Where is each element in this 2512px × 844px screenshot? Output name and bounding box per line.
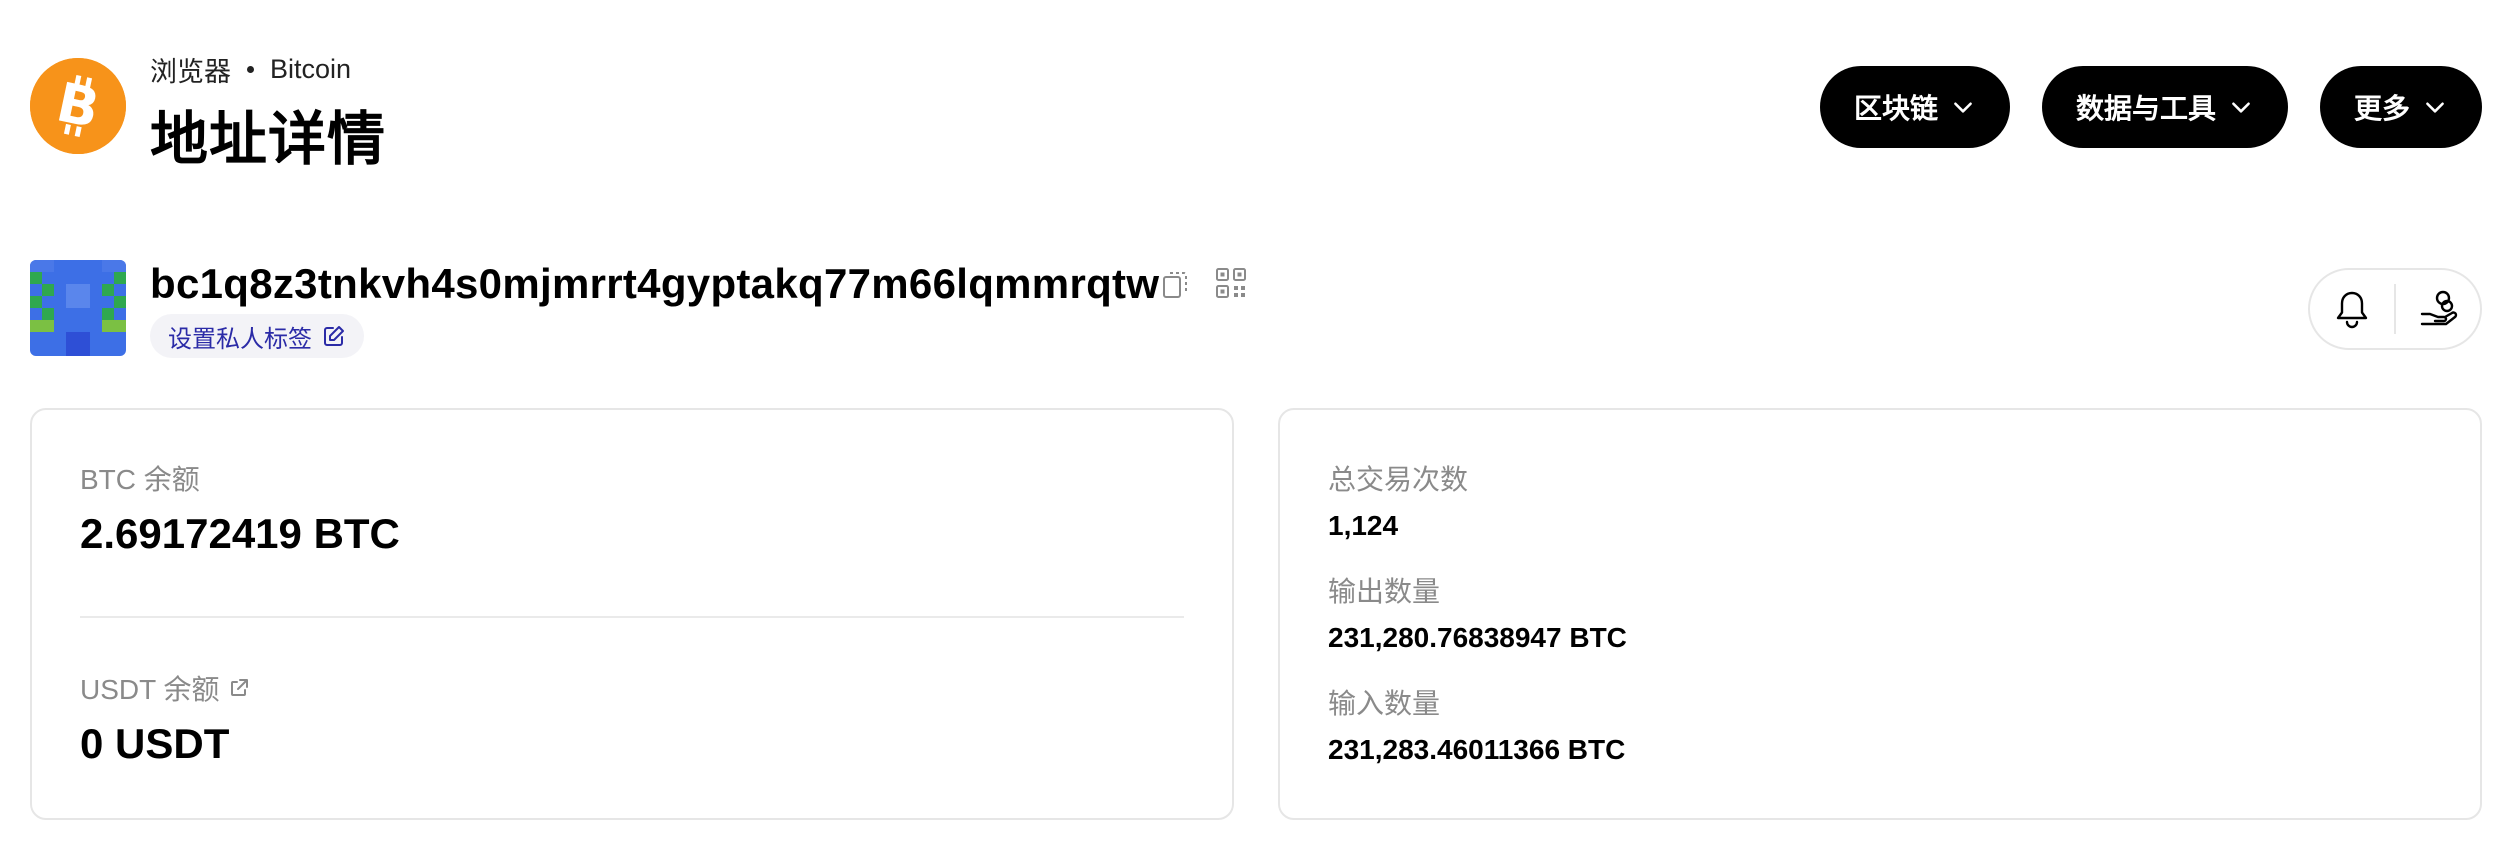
tx-count-value: 1,124 (1328, 510, 1399, 541)
donate-button[interactable] (2396, 268, 2480, 350)
btc-balance-value: 2.69172419 BTC (80, 510, 400, 557)
set-private-tag-label: 设置私人标签 (168, 325, 312, 353)
breadcrumb-chain[interactable]: Bitcoin (270, 54, 351, 85)
nav-data-tools-label: 数据与工具 (2075, 93, 2216, 124)
nav-more-label: 更多 (2353, 93, 2410, 124)
page-title: 地址详情 (150, 107, 387, 172)
tx-count-label: 总交易次数 (1328, 464, 1469, 495)
btc-balance-label: BTC 余额 (80, 464, 200, 495)
usdt-balance-label: USDT 余额 (80, 674, 220, 705)
nav-blockchain-button[interactable]: 区块链 (1819, 66, 2010, 148)
output-amount-value: 231,280.76838947 BTC (1328, 622, 1627, 653)
input-amount-value: 231,283.46011366 BTC (1328, 734, 1626, 765)
breadcrumb-explorer[interactable]: 浏览器 (150, 50, 231, 89)
chevron-down-icon (1954, 102, 1972, 113)
usdt-balance-label-row: USDT 余额 (80, 668, 250, 708)
address-value: bc1q8z3tnkvh4s0mjmrrt4gyptakq77m66lqmmrq… (150, 260, 1160, 307)
stats-card: 总交易次数 1,124 输出数量 231,280.76838947 BTC 输入… (1278, 408, 2482, 820)
alert-button[interactable] (2310, 268, 2394, 350)
address-row: bc1q8z3tnkvh4s0mjmrrt4gyptakq77m66lqmmrq… (30, 260, 2482, 360)
copy-icon[interactable] (1158, 268, 1192, 302)
bell-icon (2336, 291, 2368, 329)
hand-coin-icon (2420, 290, 2458, 326)
usdt-balance-value: 0 USDT (80, 720, 230, 767)
nav-more-button[interactable]: 更多 (2319, 66, 2482, 148)
top-nav: 区块链 数据与工具 更多 (1819, 66, 2482, 148)
chevron-down-icon (2426, 102, 2444, 113)
address-actions (2308, 268, 2482, 350)
input-amount-label: 输入数量 (1328, 688, 1441, 719)
chevron-down-icon (2232, 102, 2250, 113)
edit-icon (324, 326, 344, 346)
breadcrumb: 浏览器 Bitcoin (150, 50, 351, 89)
output-amount-label: 输出数量 (1328, 576, 1441, 607)
bitcoin-icon: B (30, 58, 126, 154)
balance-divider (80, 616, 1184, 618)
external-link-icon[interactable] (228, 677, 250, 699)
nav-data-tools-button[interactable]: 数据与工具 (2041, 66, 2288, 148)
page-header: B 浏览器 Bitcoin 地址详情 区块链 数据与工具 更多 (30, 50, 2482, 172)
breadcrumb-separator (247, 66, 254, 73)
qr-code-icon[interactable] (1214, 266, 1248, 300)
set-private-tag-button[interactable]: 设置私人标签 (150, 314, 364, 358)
address-avatar (30, 260, 126, 356)
balance-card: BTC 余额 2.69172419 BTC USDT 余额 0 USDT (30, 408, 1234, 820)
nav-blockchain-label: 区块链 (1853, 93, 1938, 124)
